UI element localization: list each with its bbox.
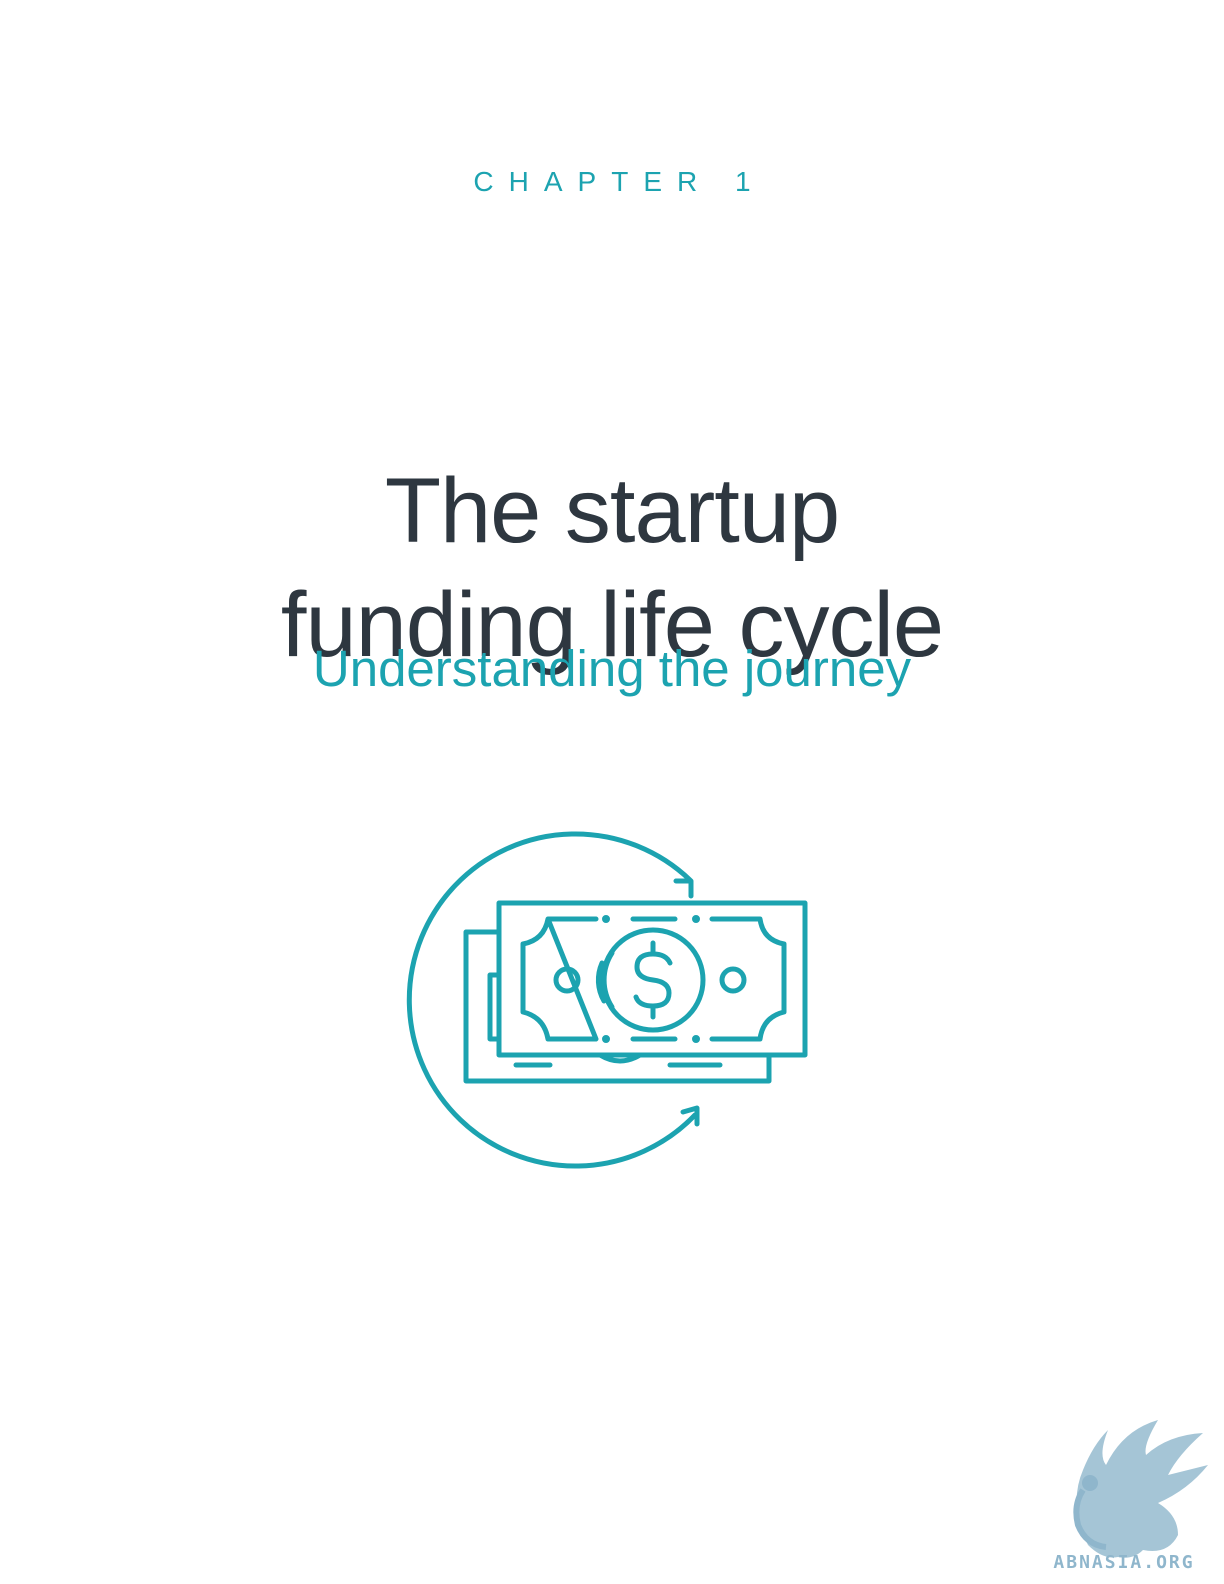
- page-title-line-1: The startup: [384, 459, 840, 562]
- cycle-arrow-path: [406, 831, 698, 1169]
- bill-right-dot: [719, 966, 747, 994]
- cycle-arrowhead-top: [673, 878, 694, 899]
- chapter-label: CHAPTER 1: [473, 166, 766, 197]
- money-cycle-icon: [406, 831, 808, 1169]
- dollar-sign-icon: [633, 951, 673, 1009]
- watermark-text: ABNASIA.ORG: [1053, 1552, 1195, 1573]
- page-subtitle: Understanding the journey: [312, 640, 912, 697]
- griffin-logo: [1073, 1420, 1208, 1558]
